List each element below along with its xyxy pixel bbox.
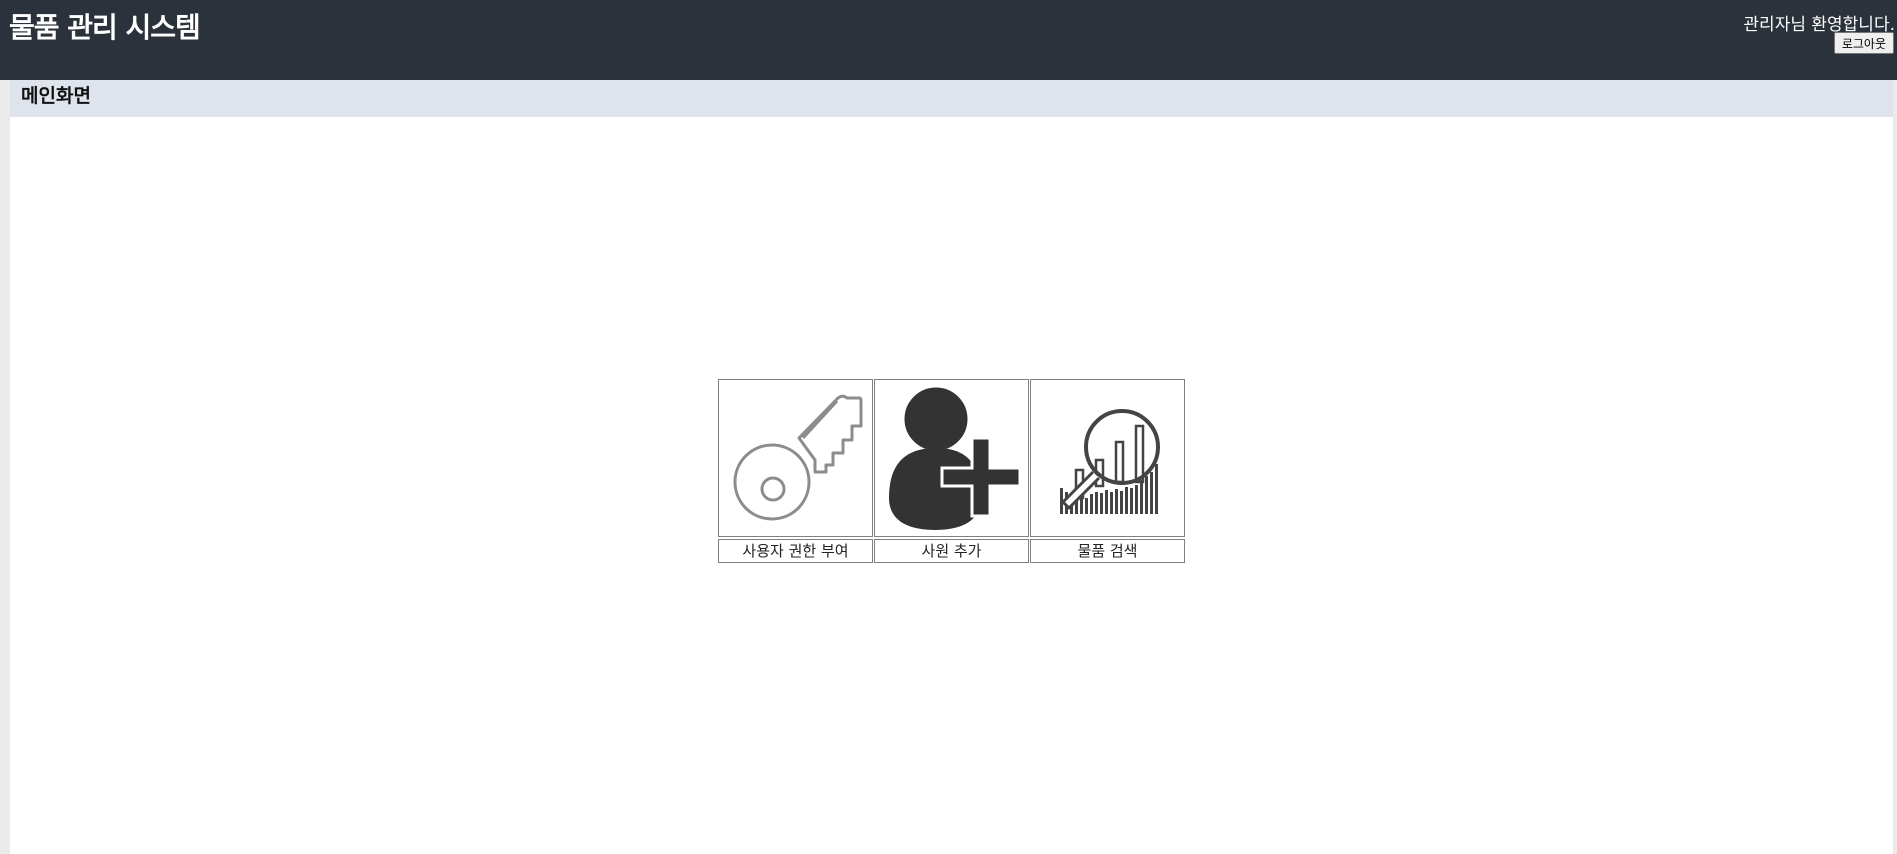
item-search-label[interactable]: 물품 검색 [1030,539,1185,563]
app-title: 물품 관리 시스템 [9,11,201,44]
add-user-icon [889,384,1022,530]
add-employee-label[interactable]: 사원 추가 [874,539,1029,563]
main-content: 메인화면 사용자 권한 부여 사원 추가 물품 검색 [10,80,1893,854]
top-navigation-bar: 물품 관리 시스템 관리자님 환영합니다. 로그아웃 [0,0,1897,80]
chart-search-icon [1060,409,1160,514]
page-title: 메인화면 [21,85,91,107]
grant-permission-label[interactable]: 사용자 권한 부여 [718,539,873,563]
add-employee-tile[interactable] [874,379,1029,537]
item-search-tile[interactable] [1030,379,1185,537]
logout-button[interactable]: 로그아웃 [1833,32,1894,54]
grant-permission-tile[interactable] [718,379,873,537]
page-header: 메인화면 [10,80,1893,117]
key-icon [733,394,863,521]
